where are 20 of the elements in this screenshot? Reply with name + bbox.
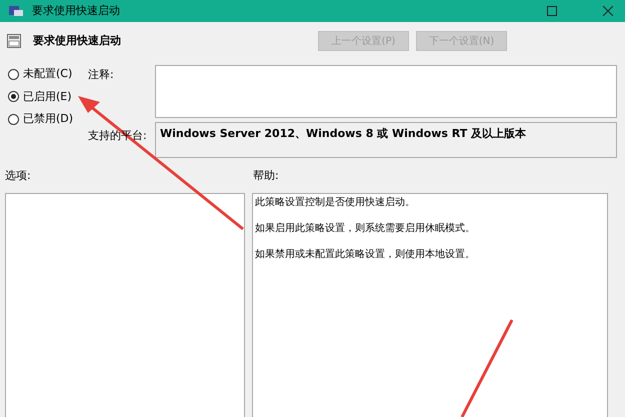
- help-text: 如果启用此策略设置，则系统需要启用休眠模式。: [255, 222, 476, 236]
- help-text: 如果禁用或未配置此策略设置，则使用本地设置。: [255, 248, 476, 262]
- radio-label: 未配置(C): [23, 66, 72, 82]
- comment-label: 注释:: [88, 67, 115, 83]
- radio-label: 已禁用(D): [23, 111, 74, 127]
- platform-text: Windows Server 2012、Windows 8 或 Windows RT 及以上版本: [160, 126, 528, 142]
- radio-button[interactable]: [8, 91, 19, 102]
- help-label: 帮助:: [253, 168, 279, 184]
- radio-button[interactable]: [8, 114, 19, 125]
- close-icon[interactable]: [603, 6, 613, 16]
- comment-field[interactable]: [155, 65, 617, 118]
- app-icon: [8, 5, 24, 17]
- help-text: 此策略设置控制是否使用快速启动。: [255, 196, 416, 210]
- radio-button[interactable]: [8, 68, 19, 80]
- maximize-icon[interactable]: [547, 6, 557, 16]
- radio-label: 已启用(E): [23, 88, 72, 104]
- options-label: 选项:: [4, 168, 32, 184]
- policy-icon: [7, 34, 21, 48]
- policy-title: 要求使用快速启动: [33, 32, 121, 49]
- window-title: 要求使用快速启动: [32, 2, 120, 19]
